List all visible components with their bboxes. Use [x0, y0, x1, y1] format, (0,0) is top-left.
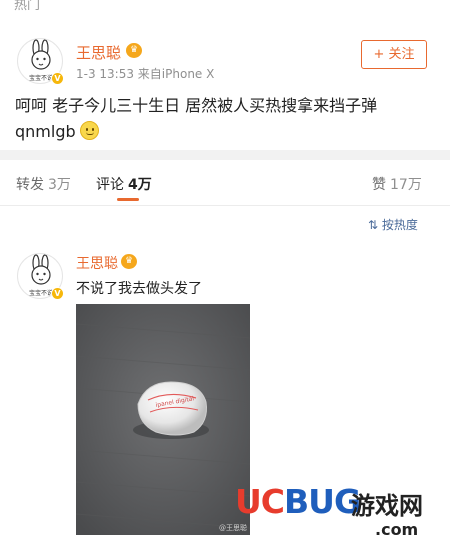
post-text-line-2: qnmlgb	[15, 122, 76, 141]
tab-repost-count: 3万	[48, 177, 71, 193]
comment-text: 不说了我去做头发了	[76, 281, 202, 297]
tab-comments[interactable]: 评论 4万	[96, 174, 152, 194]
active-tab-indicator	[117, 198, 139, 201]
crown-icon: ♛	[121, 254, 137, 269]
site-watermark-logo: UCBUG 游戏网 .com	[235, 482, 450, 547]
brand-main-word: UCBUG	[235, 482, 361, 521]
tab-repost[interactable]: 转发 3万	[16, 174, 71, 194]
photo-image: ipanel digital	[76, 304, 250, 535]
post-author-name[interactable]: 王思聪	[76, 42, 121, 63]
smile-emoji-icon	[79, 121, 99, 140]
post-meta: 1-3 13:53 来自iPhone X	[76, 67, 215, 81]
tab-likes-count: 17万	[390, 177, 422, 193]
sort-button[interactable]: ⇅ 按热度	[368, 216, 418, 233]
crown-icon: ♛	[126, 43, 142, 58]
post-header: 宝宝不说 V 王思聪 ♛ 1-3 13:53 来自iPhone X + 关注	[0, 30, 450, 86]
brand-main-text: UCBUG	[235, 482, 361, 521]
comment-photo[interactable]: ipanel digital	[76, 304, 250, 535]
brand-cn-text: 游戏网	[351, 492, 423, 520]
sort-icon: ⇅	[368, 218, 379, 232]
tab-repost-label: 转发	[16, 177, 44, 193]
sort-label: 按热度	[381, 218, 418, 232]
post-text-line-1: 呵呵 老子今儿三十生日 居然被人买热搜拿来挡子弹	[15, 96, 378, 115]
post-text-line-2-wrap: qnmlgb	[15, 119, 440, 145]
follow-button[interactable]: + 关注	[361, 40, 427, 69]
tabs-border	[0, 205, 450, 206]
verified-badge-icon: V	[51, 287, 64, 300]
brand-domain-text: .com	[375, 520, 419, 539]
section-divider	[0, 150, 450, 160]
tab-likes-label: 赞	[372, 177, 386, 193]
comment-item: 宝宝不说 V 王思聪 ♛ 不说了我去做头发了	[0, 248, 450, 308]
post-text: 呵呵 老子今儿三十生日 居然被人买热搜拿来挡子弹 qnmlgb	[15, 93, 440, 145]
verified-badge-icon: V	[51, 72, 64, 85]
section-label: 热门	[14, 0, 41, 13]
tab-bar: 转发 3万 评论 4万 赞 17万	[0, 160, 450, 204]
comment-author-name[interactable]: 王思聪	[76, 253, 118, 273]
tab-comments-label: 评论	[96, 177, 124, 193]
tab-comments-count: 4万	[128, 177, 152, 193]
tab-likes[interactable]: 赞 17万	[372, 174, 422, 194]
top-section-bar: 热门	[0, 0, 450, 14]
